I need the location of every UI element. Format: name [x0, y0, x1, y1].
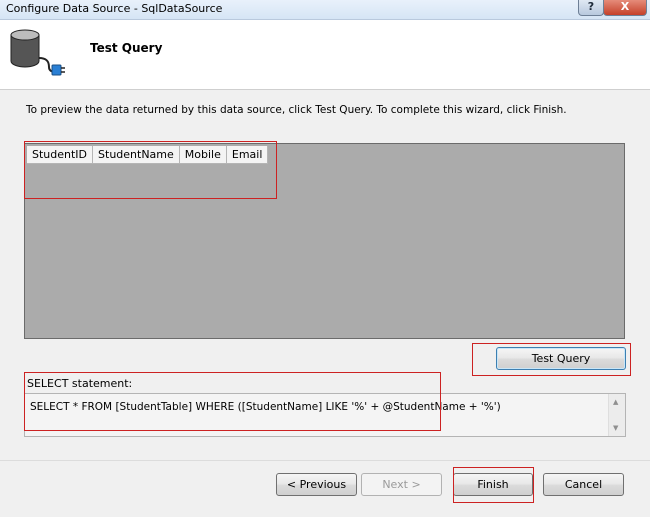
column-header-email[interactable]: Email	[227, 146, 269, 163]
scroll-up-icon[interactable]: ▲	[613, 398, 618, 406]
wizard-header: Test Query	[0, 20, 650, 90]
test-query-button[interactable]: Test Query	[496, 347, 626, 370]
page-title: Test Query	[90, 41, 163, 55]
select-statement-label: SELECT statement:	[27, 377, 133, 390]
next-button[interactable]: Next >	[361, 473, 442, 496]
instructions-text: To preview the data returned by this dat…	[26, 104, 567, 116]
wizard-body: To preview the data returned by this dat…	[0, 90, 650, 517]
column-header-studentid[interactable]: StudentID	[27, 146, 94, 163]
database-plug-icon	[10, 29, 65, 76]
title-bar: Configure Data Source - SqlDataSource ? …	[0, 0, 650, 20]
column-header-studentname[interactable]: StudentName	[93, 146, 180, 163]
help-button[interactable]: ?	[578, 0, 604, 16]
column-header-mobile[interactable]: Mobile	[180, 146, 227, 163]
cancel-button[interactable]: Cancel	[543, 473, 624, 496]
close-button[interactable]: X	[603, 0, 647, 16]
grid-header-row: StudentID StudentName Mobile Email	[27, 146, 269, 164]
vertical-scrollbar[interactable]: ▲ ▼	[608, 394, 625, 436]
results-grid[interactable]: StudentID StudentName Mobile Email	[24, 143, 625, 339]
footer-divider	[0, 460, 650, 461]
previous-button[interactable]: < Previous	[276, 473, 357, 496]
select-statement-box[interactable]: SELECT * FROM [StudentTable] WHERE ([Stu…	[24, 393, 626, 437]
finish-button[interactable]: Finish	[453, 473, 533, 496]
select-statement-text: SELECT * FROM [StudentTable] WHERE ([Stu…	[30, 401, 501, 413]
window-title: Configure Data Source - SqlDataSource	[6, 2, 223, 15]
scroll-down-icon[interactable]: ▼	[613, 424, 618, 432]
